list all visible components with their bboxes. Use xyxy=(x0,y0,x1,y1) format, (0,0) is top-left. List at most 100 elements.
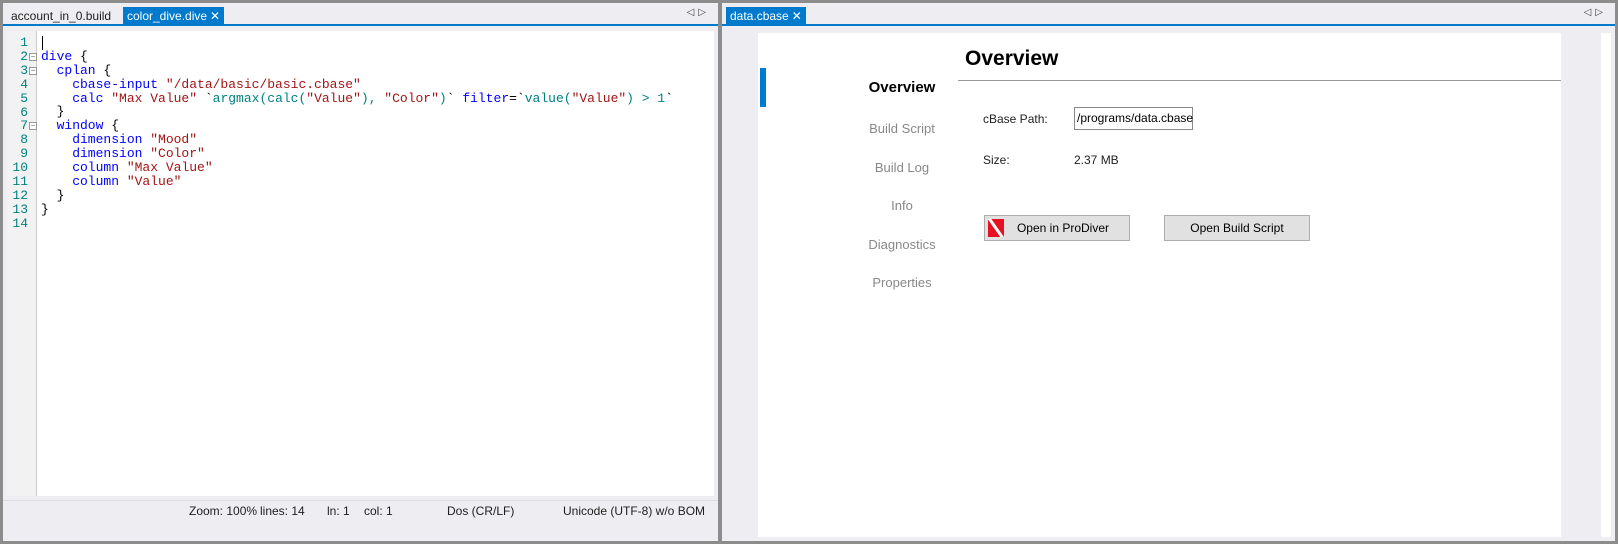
close-icon[interactable]: ✕ xyxy=(210,9,220,23)
chevron-right-icon[interactable]: ▷ xyxy=(698,7,710,18)
code-editor[interactable]: 1 2 3 4 5 6 7 8 9 10 11 12 13 14− − − dive { cplan { cb… xyxy=(7,31,714,496)
button-label: Open Build Script xyxy=(1190,221,1284,235)
line-number: 4 xyxy=(20,76,28,92)
code-token: column xyxy=(41,173,127,189)
tab-label: data.cbase xyxy=(730,9,789,23)
code-content[interactable]: dive { cplan { cbase-input "/data/basic/… xyxy=(41,36,673,230)
code-token: ) > 1 xyxy=(626,90,666,106)
code-token: ` xyxy=(446,90,463,106)
code-token: ` xyxy=(665,90,673,106)
code-line: column "Value" xyxy=(41,173,673,189)
open-in-prodiver-button[interactable]: Open in ProDiver xyxy=(984,215,1130,241)
tab-account-in-0-build[interactable]: account_in_0.build xyxy=(7,7,115,26)
line-number: 14 xyxy=(12,215,28,231)
code-token: dimension xyxy=(41,132,151,148)
status-bar: Zoom: 100% lines: 14 ln: 1 col: 1 Dos (C… xyxy=(3,500,718,520)
code-token: filter xyxy=(462,90,510,106)
tab-data-cbase[interactable]: data.cbase ✕ xyxy=(726,7,806,26)
code-token: "Color" xyxy=(150,146,205,162)
code-token: } xyxy=(41,201,49,217)
code-token: "Color" xyxy=(384,90,439,106)
code-token: dimension xyxy=(41,146,151,162)
open-build-script-button[interactable]: Open Build Script xyxy=(1164,215,1310,241)
line-number: 9 xyxy=(20,146,28,162)
fold-toggle-icon[interactable]: − xyxy=(29,122,37,131)
code-line: } xyxy=(41,187,673,203)
line-number: 1 xyxy=(20,35,28,50)
code-line: } xyxy=(41,105,673,119)
code-token: "Max Value" xyxy=(126,160,213,176)
nav-item-overview[interactable]: Overview xyxy=(802,79,1002,96)
status-encoding: Unicode (UTF-8) w/o BOM xyxy=(563,504,706,518)
code-token: window xyxy=(41,118,112,134)
code-token: { xyxy=(103,62,112,78)
code-token: column xyxy=(41,160,127,176)
code-token: value( xyxy=(524,90,572,106)
button-label: Open in ProDiver xyxy=(1016,221,1110,235)
tab-label: account_in_0.build xyxy=(11,9,112,23)
prodiver-icon xyxy=(988,219,1004,237)
code-token: "/data/basic/basic.cbase" xyxy=(165,76,361,92)
nav-item-properties[interactable]: Properties xyxy=(802,275,1002,290)
code-token: "Mood" xyxy=(150,132,198,148)
code-token: calc xyxy=(41,90,112,106)
tab-label: color_dive.dive xyxy=(127,9,208,23)
tab-color-dive-dive[interactable]: color_dive.dive ✕ xyxy=(123,7,225,26)
code-token: } xyxy=(41,187,65,203)
nav-item-build-log[interactable]: Build Log xyxy=(802,160,1002,175)
code-token: argmax(calc( xyxy=(212,90,307,106)
line-number: 3 xyxy=(20,62,28,78)
code-token: "Value" xyxy=(126,173,182,189)
size-label: Size: xyxy=(983,153,1010,167)
line-number: 5 xyxy=(20,90,28,106)
code-token: "Value" xyxy=(306,90,361,106)
chevron-right-icon[interactable]: ▷ xyxy=(1595,7,1607,18)
chevron-left-icon[interactable]: ◁ xyxy=(687,7,699,18)
cbase-path-field[interactable]: /programs/data.cbase xyxy=(1074,107,1193,130)
line-number: 6 xyxy=(20,104,28,120)
code-token: =` xyxy=(509,90,525,106)
code-line: calc "Max Value" `argmax(calc("Value"), … xyxy=(41,90,673,106)
code-line: column "Max Value" xyxy=(41,161,673,175)
code-token: ` xyxy=(204,90,213,106)
code-line: cplan { xyxy=(41,62,673,78)
vertical-scrollbar[interactable] xyxy=(1601,33,1611,537)
code-line: dive { xyxy=(41,48,673,64)
fold-toggle-icon[interactable]: − xyxy=(29,52,37,61)
line-number: 2 xyxy=(20,48,28,64)
code-token: ), xyxy=(360,90,385,106)
title-divider xyxy=(958,80,1561,81)
right-tab-bar: data.cbase ✕ ◁▷ xyxy=(722,3,1615,26)
code-token: { xyxy=(111,118,120,134)
status-zoom: Zoom: 100% xyxy=(189,504,258,518)
fold-toggle-icon[interactable]: − xyxy=(29,66,37,75)
tab-scroll-arrows[interactable]: ◁▷ xyxy=(1584,7,1607,18)
code-token: { xyxy=(80,48,88,64)
code-token: dive xyxy=(41,48,81,64)
tab-scroll-arrows[interactable]: ◁▷ xyxy=(687,7,710,18)
code-line: window { xyxy=(41,119,673,133)
status-lines: lines: 14 xyxy=(260,504,305,518)
line-number: 13 xyxy=(12,201,28,217)
code-line: } xyxy=(41,201,673,217)
status-ln: ln: 1 xyxy=(327,504,350,518)
line-number: 10 xyxy=(12,160,28,176)
code-line: dimension "Color" xyxy=(41,147,673,161)
left-editor-pane: account_in_0.build color_dive.dive ✕ ◁▷ 1… xyxy=(3,3,718,541)
line-number: 12 xyxy=(12,187,28,203)
line-number: 11 xyxy=(12,174,28,189)
cbase-path-label: cBase Path: xyxy=(983,112,1048,126)
line-number-gutter: 1 2 3 4 5 6 7 8 9 10 11 12 13 14− − − xyxy=(7,31,37,496)
close-icon[interactable]: ✕ xyxy=(792,9,802,23)
nav-selection-indicator xyxy=(760,68,766,107)
page-title: Overview xyxy=(965,47,1059,70)
code-token: ) xyxy=(438,90,447,106)
nav-item-diagnostics[interactable]: Diagnostics xyxy=(802,237,1002,252)
nav-item-build-script[interactable]: Build Script xyxy=(802,121,1002,136)
left-tab-bar: account_in_0.build color_dive.dive ✕ ◁▷ xyxy=(3,3,718,26)
code-token: "Value" xyxy=(571,90,627,106)
nav-item-info[interactable]: Info xyxy=(802,198,1002,213)
chevron-left-icon[interactable]: ◁ xyxy=(1584,7,1596,18)
